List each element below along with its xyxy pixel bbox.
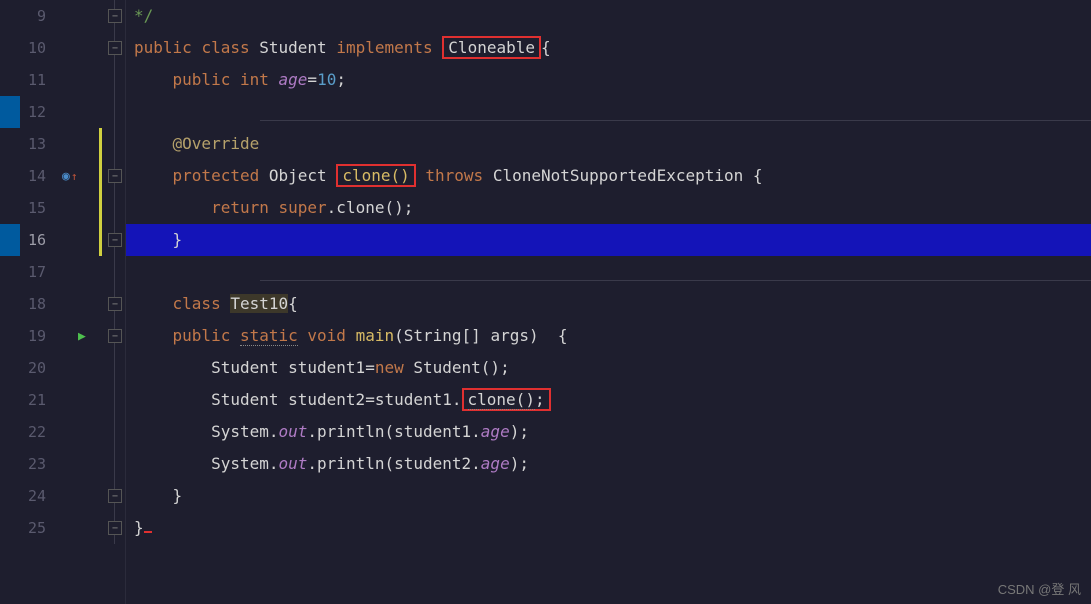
highlight-box-clone-method: clone(): [336, 164, 415, 187]
fold-toggle[interactable]: −: [108, 297, 122, 311]
fold-toggle[interactable]: −: [108, 169, 122, 183]
fold-toggle[interactable]: −: [108, 9, 122, 23]
line-number[interactable]: 12: [0, 96, 60, 128]
line-number[interactable]: 11: [0, 64, 60, 96]
watermark-text: CSDN @登 风: [998, 579, 1081, 598]
code-line-13[interactable]: @Override: [126, 128, 1091, 160]
line-number[interactable]: 23: [0, 448, 60, 480]
code-line-17[interactable]: [126, 256, 1091, 288]
code-line-25[interactable]: }: [126, 512, 1091, 544]
line-number[interactable]: 14: [0, 160, 60, 192]
line-number[interactable]: 9: [0, 0, 60, 32]
override-icon[interactable]: ◉: [62, 169, 70, 184]
line-number[interactable]: 13: [0, 128, 60, 160]
line-number[interactable]: 25: [0, 512, 60, 544]
code-text-area[interactable]: */ public class Student implements Clone…: [126, 0, 1091, 604]
code-line-20[interactable]: Student student1=new Student();: [126, 352, 1091, 384]
line-number[interactable]: 15: [0, 192, 60, 224]
line-number[interactable]: 20: [0, 352, 60, 384]
code-line-19[interactable]: public static void main(String[] args) {: [126, 320, 1091, 352]
line-number[interactable]: 18: [0, 288, 60, 320]
code-line-18[interactable]: class Test10{: [126, 288, 1091, 320]
line-numbers-column: 9 10 11 12 13 14 15 16 17 18 19 20 21 22…: [0, 0, 60, 544]
override-arrow-icon: ↑: [71, 170, 78, 183]
code-line-10[interactable]: public class Student implements Cloneabl…: [126, 32, 1091, 64]
code-line-24[interactable]: }: [126, 480, 1091, 512]
line-number[interactable]: 21: [0, 384, 60, 416]
change-marker: [99, 128, 102, 256]
line-number[interactable]: 22: [0, 416, 60, 448]
code-line-9[interactable]: */: [126, 0, 1091, 32]
caret-marker: [144, 531, 152, 533]
code-line-12[interactable]: [126, 96, 1091, 128]
fold-column: − − − − − − − −: [108, 0, 126, 604]
highlight-box-cloneable: Cloneable: [442, 36, 541, 59]
code-line-22[interactable]: System.out.println(student1.age);: [126, 416, 1091, 448]
line-number[interactable]: 10: [0, 32, 60, 64]
editor-gutter: 9 10 11 12 13 14 15 16 17 18 19 20 21 22…: [0, 0, 108, 604]
run-icon[interactable]: ▶: [78, 329, 86, 344]
code-line-16[interactable]: }: [126, 224, 1091, 256]
line-number[interactable]: 19: [0, 320, 60, 352]
code-line-14[interactable]: protected Object clone() throws CloneNot…: [126, 160, 1091, 192]
fold-toggle[interactable]: −: [108, 233, 122, 247]
highlight-box-clone-call: clone();: [462, 388, 551, 411]
line-number[interactable]: 17: [0, 256, 60, 288]
code-line-23[interactable]: System.out.println(student2.age);: [126, 448, 1091, 480]
fold-toggle[interactable]: −: [108, 41, 122, 55]
code-editor: 9 10 11 12 13 14 15 16 17 18 19 20 21 22…: [0, 0, 1091, 604]
fold-toggle[interactable]: −: [108, 489, 122, 503]
fold-toggle[interactable]: −: [108, 329, 122, 343]
code-line-11[interactable]: public int age=10;: [126, 64, 1091, 96]
code-line-21[interactable]: Student student2=student1.clone();: [126, 384, 1091, 416]
fold-toggle[interactable]: −: [108, 521, 122, 535]
line-number[interactable]: 24: [0, 480, 60, 512]
line-number[interactable]: 16: [0, 224, 60, 256]
code-line-15[interactable]: return super.clone();: [126, 192, 1091, 224]
